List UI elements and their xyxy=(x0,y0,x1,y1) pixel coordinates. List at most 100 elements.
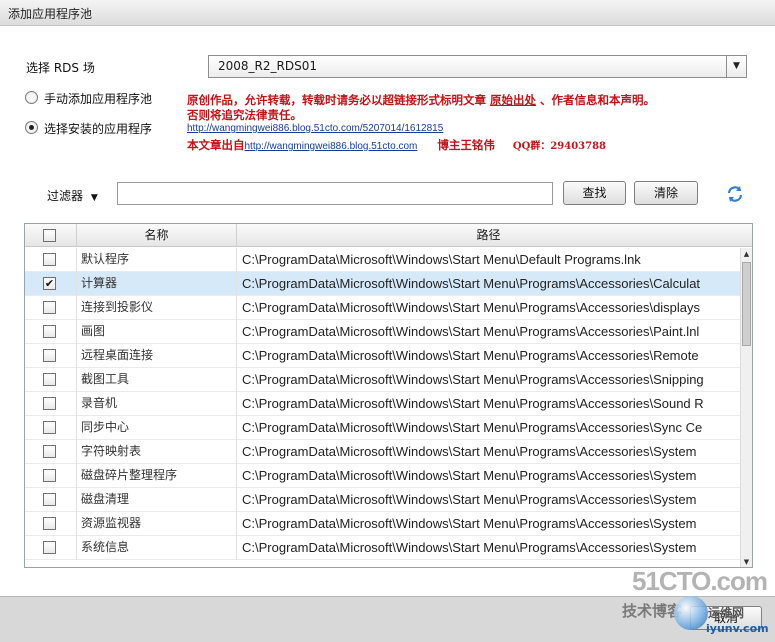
author-name: 博主王铭伟 xyxy=(437,138,495,152)
row-checkbox[interactable] xyxy=(43,253,56,266)
blog-url-link[interactable]: http://wangmingwei886.blog.51cto.com xyxy=(245,141,418,152)
row-checkbox[interactable] xyxy=(43,493,56,506)
clear-button[interactable]: 清除 xyxy=(634,181,698,205)
row-checkbox-cell xyxy=(25,512,77,536)
app-name: 资源监视器 xyxy=(77,512,237,536)
scroll-up-icon[interactable]: ▲ xyxy=(741,248,752,260)
copyright-notice-line4: 本文章出自http://wangmingwei886.blog.51cto.co… xyxy=(187,137,606,153)
row-checkbox[interactable] xyxy=(43,325,56,338)
row-checkbox-cell xyxy=(25,416,77,440)
copyright-notice-line2: 否则将追究法律责任。 xyxy=(187,108,302,122)
select-all-checkbox[interactable] xyxy=(43,229,56,242)
column-header-path[interactable]: 路径 xyxy=(237,224,740,247)
table-row[interactable]: 录音机 C:\ProgramData\Microsoft\Windows\Star… xyxy=(25,392,740,416)
row-checkbox[interactable] xyxy=(43,541,56,554)
select-all-cell xyxy=(25,224,77,247)
rds-farm-value: 2008_R2_RDS01 xyxy=(218,59,317,73)
radio-manual-add-label[interactable]: 手动添加应用程序池 xyxy=(44,90,152,107)
app-path: C:\ProgramData\Microsoft\Windows\Start M… xyxy=(242,492,697,507)
table-header: 名称 路径 xyxy=(25,224,752,247)
original-source-link[interactable]: 原始出处 xyxy=(490,93,536,107)
row-checkbox-cell xyxy=(25,368,77,392)
filter-label: 过滤器 xyxy=(47,189,84,203)
table-row[interactable]: 同步中心 C:\ProgramData\Microsoft\Windows\Sta… xyxy=(25,416,740,440)
app-path: C:\ProgramData\Microsoft\Windows\Start M… xyxy=(242,276,701,291)
row-checkbox-cell xyxy=(25,488,77,512)
row-checkbox[interactable] xyxy=(43,397,56,410)
window-title: 添加应用程序池 xyxy=(8,7,93,21)
table-row[interactable]: 默认程序 C:\ProgramData\Microsoft\Windows\Sta… xyxy=(25,248,740,272)
row-checkbox-cell xyxy=(25,296,77,320)
row-checkbox[interactable] xyxy=(43,421,56,434)
article-url-link[interactable]: http://wangmingwei886.blog.51cto.com/520… xyxy=(187,123,443,134)
scroll-thumb[interactable] xyxy=(742,262,751,346)
qq-group: QQ群：29403788 xyxy=(512,141,607,152)
app-name: 系统信息 xyxy=(77,536,237,560)
app-name: 磁盘碎片整理程序 xyxy=(77,464,237,488)
row-checkbox[interactable] xyxy=(43,469,56,482)
vertical-scrollbar[interactable]: ▲ ▼ xyxy=(740,248,752,567)
row-checkbox[interactable] xyxy=(43,445,56,458)
dialog-footer: 取消 xyxy=(0,596,775,642)
app-path: C:\ProgramData\Microsoft\Windows\Start M… xyxy=(242,540,697,555)
table-row[interactable]: ✔ 计算器 C:\ProgramData\Microsoft\Windows\Sta… xyxy=(25,272,740,296)
row-checkbox-cell xyxy=(25,392,77,416)
filter-dropdown[interactable]: 过滤器 ▼ xyxy=(47,187,98,204)
notice-prefix: 原创作品，允许转载，转载时请务必以超链接形式标明文章 xyxy=(187,93,486,107)
table-row[interactable]: 磁盘碎片整理程序 C:\ProgramData\Microsoft\Windows… xyxy=(25,464,740,488)
radio-installed-apps-label[interactable]: 选择安装的应用程序 xyxy=(44,120,152,137)
app-name: 磁盘清理 xyxy=(77,488,237,512)
rds-farm-select[interactable]: 2008_R2_RDS01 ▼ xyxy=(208,55,747,78)
app-path: C:\ProgramData\Microsoft\Windows\Start M… xyxy=(242,372,704,387)
app-name: 连接到投影仪 xyxy=(77,296,237,320)
table-row[interactable]: 画图 C:\ProgramData\Microsoft\Windows\Start… xyxy=(25,320,740,344)
app-path: C:\ProgramData\Microsoft\Windows\Start M… xyxy=(242,396,704,411)
table-row[interactable]: 磁盘清理 C:\ProgramData\Microsoft\Windows\Sta… xyxy=(25,488,740,512)
app-path: C:\ProgramData\Microsoft\Windows\Start M… xyxy=(242,324,700,339)
app-path: C:\ProgramData\Microsoft\Windows\Start M… xyxy=(242,420,703,435)
app-name: 截图工具 xyxy=(77,368,237,392)
rds-farm-label: 选择 RDS 场 xyxy=(26,61,95,75)
table-row[interactable]: 连接到投影仪 C:\ProgramData\Microsoft\Windows\S… xyxy=(25,296,740,320)
find-button[interactable]: 查找 xyxy=(563,181,626,205)
row-checkbox-cell: ✔ xyxy=(25,272,77,296)
row-checkbox-cell xyxy=(25,536,77,560)
application-table: 名称 路径 默认程序 C:\ProgramData\Microsoft\Windo… xyxy=(24,223,753,568)
app-name: 远程桌面连接 xyxy=(77,344,237,368)
table-row[interactable]: 截图工具 C:\ProgramData\Microsoft\Windows\Sta… xyxy=(25,368,740,392)
column-header-name[interactable]: 名称 xyxy=(77,224,237,247)
row-checkbox-cell xyxy=(25,344,77,368)
table-row[interactable]: 字符映射表 C:\ProgramData\Microsoft\Windows\St… xyxy=(25,440,740,464)
filter-input[interactable] xyxy=(117,182,553,205)
row-checkbox[interactable] xyxy=(43,349,56,362)
copyright-notice-line1: 原创作品，允许转载，转载时请务必以超链接形式标明文章 原始出处 、作者信息和本声… xyxy=(187,92,655,108)
app-name: 计算器 xyxy=(77,272,237,296)
app-name: 默认程序 xyxy=(77,248,237,272)
app-name: 录音机 xyxy=(77,392,237,416)
table-row[interactable]: 资源监视器 C:\ProgramData\Microsoft\Windows\St… xyxy=(25,512,740,536)
app-name: 同步中心 xyxy=(77,416,237,440)
radio-installed-apps[interactable] xyxy=(25,121,38,134)
table-row[interactable]: 远程桌面连接 C:\ProgramData\Microsoft\Windows\S… xyxy=(25,344,740,368)
app-name: 画图 xyxy=(77,320,237,344)
chevron-down-icon[interactable]: ▼ xyxy=(726,56,746,77)
app-path: C:\ProgramData\Microsoft\Windows\Start M… xyxy=(242,348,699,363)
table-row[interactable]: 系统信息 C:\ProgramData\Microsoft\Windows\Sta… xyxy=(25,536,740,560)
row-checkbox[interactable] xyxy=(43,373,56,386)
cancel-button[interactable]: 取消 xyxy=(690,606,762,630)
row-checkbox[interactable] xyxy=(43,301,56,314)
scroll-down-icon[interactable]: ▼ xyxy=(741,556,752,567)
refresh-icon[interactable] xyxy=(725,184,745,204)
app-path: C:\ProgramData\Microsoft\Windows\Start M… xyxy=(242,468,697,483)
row-checkbox[interactable]: ✔ xyxy=(43,277,56,290)
row-checkbox-cell xyxy=(25,464,77,488)
notice-suffix: 、作者信息和本声明。 xyxy=(540,93,656,107)
app-path: C:\ProgramData\Microsoft\Windows\Start M… xyxy=(242,252,641,267)
title-bar: 添加应用程序池 xyxy=(0,0,775,26)
row-checkbox-cell xyxy=(25,440,77,464)
row-checkbox[interactable] xyxy=(43,517,56,530)
app-path: C:\ProgramData\Microsoft\Windows\Start M… xyxy=(242,444,697,459)
source-prefix: 本文章出自 xyxy=(187,138,245,152)
app-path: C:\ProgramData\Microsoft\Windows\Start M… xyxy=(242,300,701,315)
radio-manual-add[interactable] xyxy=(25,91,38,104)
